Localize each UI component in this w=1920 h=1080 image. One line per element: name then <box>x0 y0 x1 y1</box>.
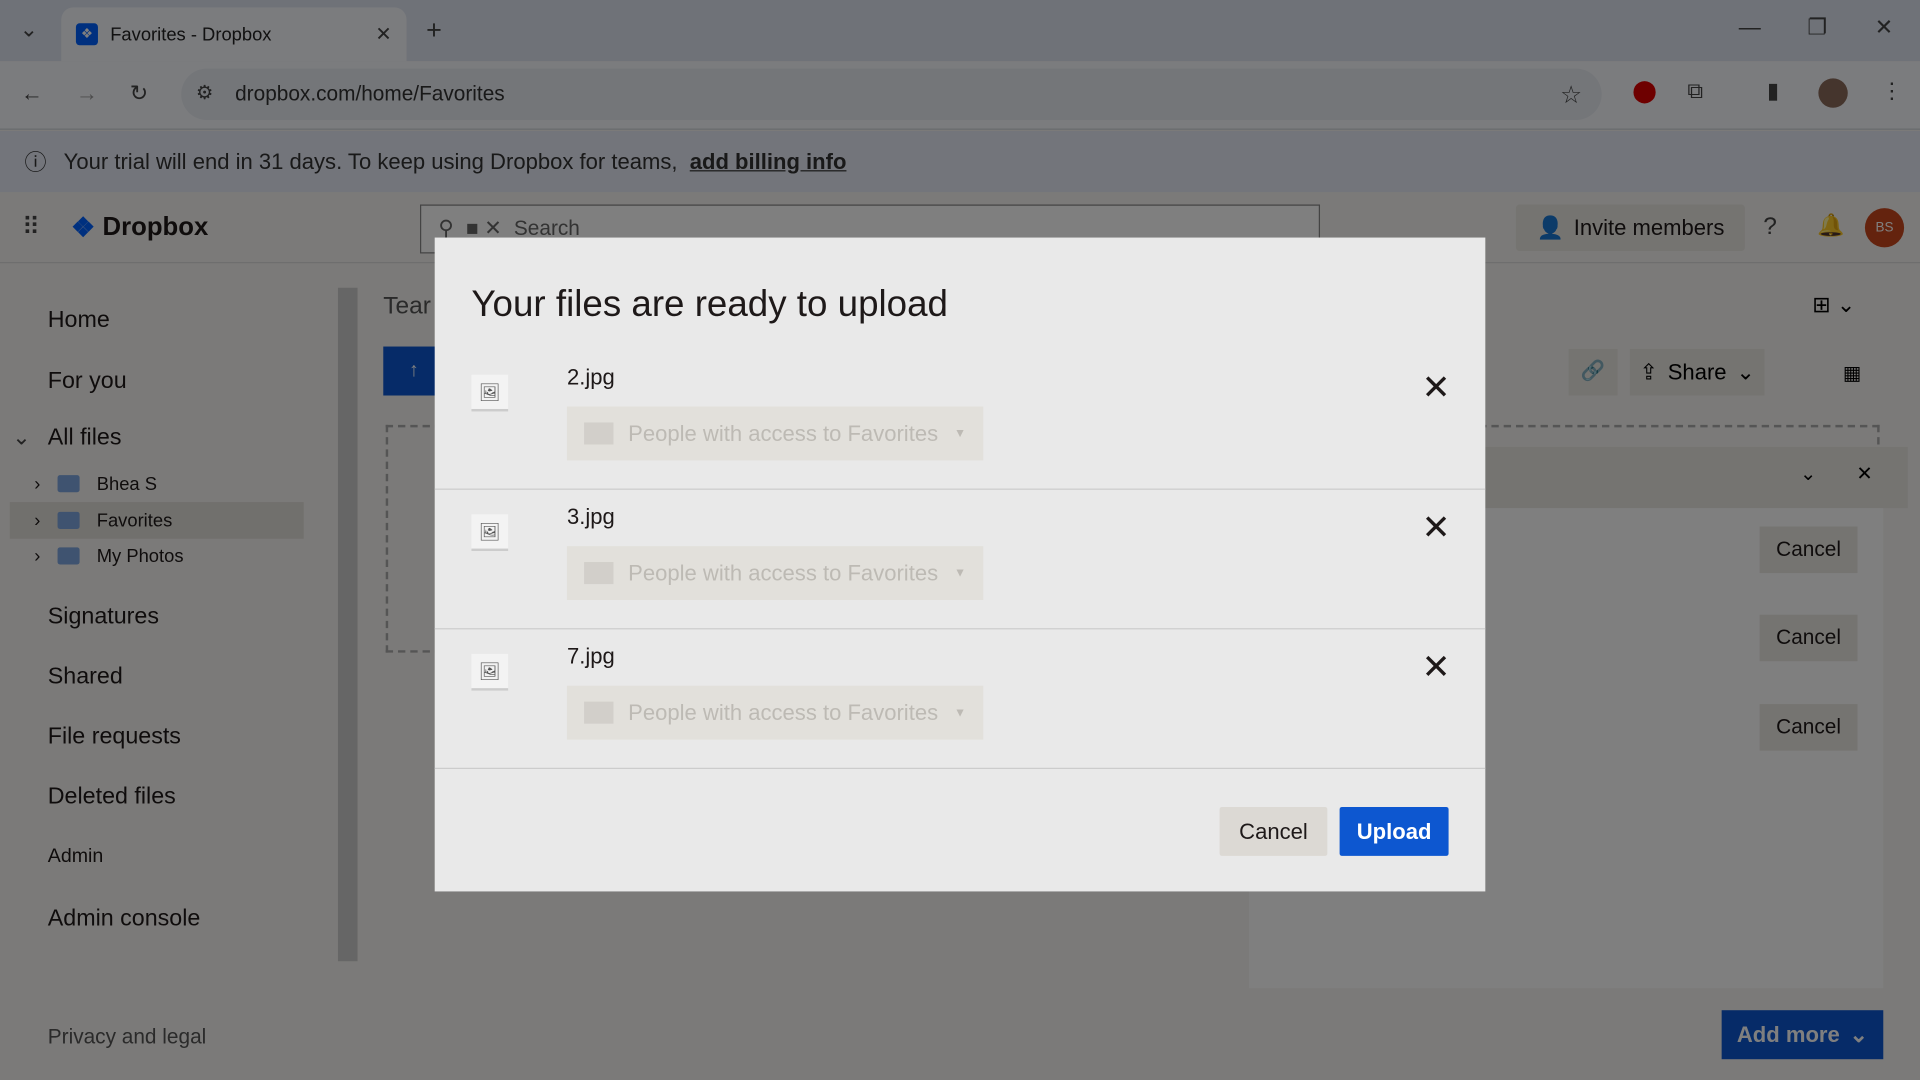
file-row: 🖼 2.jpg People with access to Favorites ▼… <box>434 350 1486 490</box>
destination-select[interactable]: People with access to Favorites ▼ <box>566 406 984 461</box>
destination-label: People with access to Favorites <box>628 420 939 446</box>
remove-file-icon[interactable]: ✕ <box>1422 647 1451 687</box>
folder-icon <box>584 422 614 445</box>
image-file-icon: 🖼 <box>471 374 509 412</box>
caret-icon: ▼ <box>954 566 967 580</box>
caret-icon: ▼ <box>954 426 967 441</box>
file-name: 7.jpg <box>566 644 615 669</box>
folder-icon <box>584 701 614 724</box>
destination-label: People with access to Favorites <box>628 560 939 585</box>
file-name: 2.jpg <box>566 364 615 390</box>
destination-label: People with access to Favorites <box>628 699 939 725</box>
cancel-button[interactable]: Cancel <box>1219 806 1328 856</box>
upload-button[interactable]: Upload <box>1339 806 1449 856</box>
destination-select[interactable]: People with access to Favorites ▼ <box>566 685 984 740</box>
file-name: 3.jpg <box>566 504 615 529</box>
image-file-icon: 🖼 <box>471 514 509 552</box>
file-row: 🖼 3.jpg People with access to Favorites ▼… <box>434 490 1486 630</box>
destination-select[interactable]: People with access to Favorites ▼ <box>566 546 984 601</box>
folder-icon <box>584 562 614 585</box>
file-row: 🖼 7.jpg People with access to Favorites ▼… <box>434 629 1486 769</box>
caret-icon: ▼ <box>954 705 967 720</box>
remove-file-icon[interactable]: ✕ <box>1422 507 1451 547</box>
remove-file-icon[interactable]: ✕ <box>1422 367 1451 407</box>
upload-dialog: Your files are ready to upload 🖼 2.jpg P… <box>434 237 1486 892</box>
dialog-title: Your files are ready to upload <box>471 284 948 325</box>
image-file-icon: 🖼 <box>471 653 509 691</box>
